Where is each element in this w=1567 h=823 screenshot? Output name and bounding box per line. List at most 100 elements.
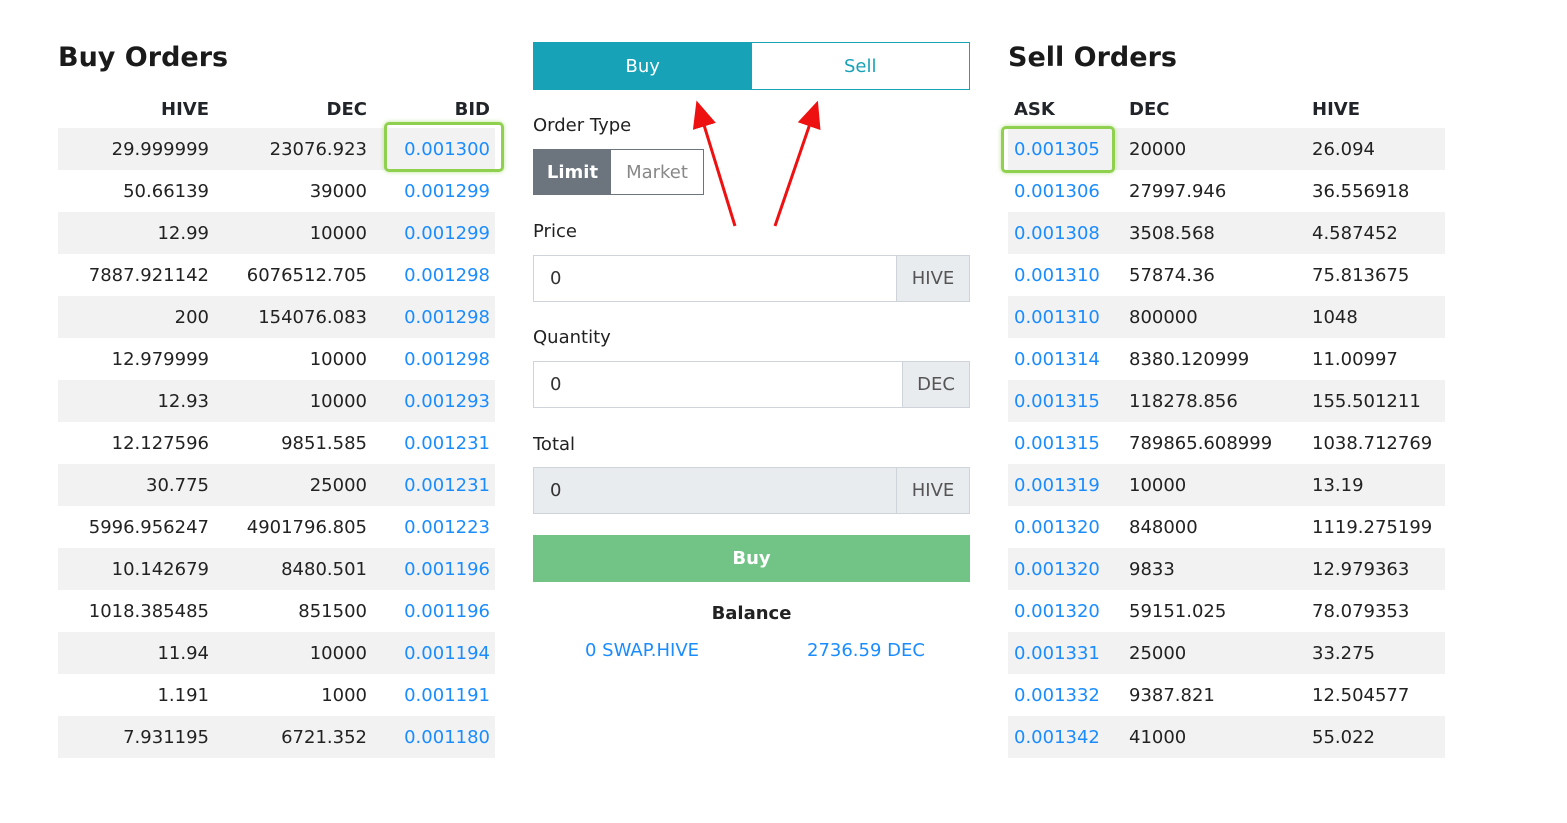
sell-order-cell-a[interactable]: 0.001332 bbox=[1008, 674, 1122, 716]
buy-order-cell-b: 1000 bbox=[321, 684, 367, 706]
sell-order-cell-b: 9833 bbox=[1122, 548, 1305, 590]
sell-order-cell-b: 20000 bbox=[1122, 128, 1305, 170]
buy-order-cell-c[interactable]: 0.001300 bbox=[367, 128, 495, 170]
buy-order-cell-c[interactable]: 0.001194 bbox=[367, 632, 495, 674]
sell-order-row[interactable]: 0.001319 10000 13.19 bbox=[1008, 464, 1445, 506]
buy-order-cell-c[interactable]: 0.001298 bbox=[367, 254, 495, 296]
sell-order-cell-a[interactable]: 0.001305 bbox=[1008, 128, 1122, 170]
sell-order-cell-a[interactable]: 0.001320 bbox=[1008, 590, 1122, 632]
buy-order-cell-a: 10.142679 bbox=[58, 548, 209, 590]
buy-order-row[interactable]: 5996.956247 4901796.805 0.001223 bbox=[58, 506, 495, 548]
buy-order-cell-a: 200 bbox=[58, 296, 209, 338]
sell-order-row[interactable]: 0.001315 118278.856 155.501211 bbox=[1008, 380, 1445, 422]
sell-order-row[interactable]: 0.001305 20000 26.094 bbox=[1008, 128, 1445, 170]
sell-order-cell-a[interactable]: 0.001308 bbox=[1008, 212, 1122, 254]
buy-order-row[interactable]: 12.127596 9851.585 0.001231 bbox=[58, 422, 495, 464]
balance-swap-hive-link[interactable]: 0 SWAP.HIVE bbox=[585, 640, 699, 661]
buy-order-cell-a: 7.931195 bbox=[58, 716, 209, 758]
buy-order-row[interactable]: 12.99 10000 0.001299 bbox=[58, 212, 495, 254]
buy-order-cell-a: 7887.921142 bbox=[88, 264, 209, 286]
buy-order-row[interactable]: 7.931195 6721.352 0.001180 bbox=[58, 716, 495, 758]
total-label: Total bbox=[533, 434, 576, 455]
price-input[interactable] bbox=[534, 256, 896, 301]
buy-order-row[interactable]: 12.93 10000 0.001293 bbox=[58, 380, 495, 422]
buy-order-cell-a: 12.99 bbox=[58, 212, 209, 254]
sell-order-cell-a[interactable]: 0.001310 bbox=[1008, 254, 1122, 296]
sell-order-cell-a[interactable]: 0.001315 bbox=[1008, 380, 1122, 422]
buy-order-cell-c[interactable]: 0.001231 bbox=[367, 464, 495, 506]
buy-order-cell-c[interactable]: 0.001191 bbox=[367, 674, 495, 716]
buy-order-cell-a: 29.999999 bbox=[58, 128, 209, 170]
sell-order-row[interactable]: 0.001310 800000 1048 bbox=[1008, 296, 1445, 338]
buy-order-row[interactable]: 30.775 25000 0.001231 bbox=[58, 464, 495, 506]
sell-order-row[interactable]: 0.001315 789865.608999 1038.712769 bbox=[1008, 422, 1445, 464]
sell-order-row[interactable]: 0.001308 3508.568 4.587452 bbox=[1008, 212, 1445, 254]
sell-order-cell-b: 10000 bbox=[1122, 464, 1305, 506]
sell-order-cell-c: 78.079353 bbox=[1312, 600, 1410, 622]
price-label: Price bbox=[533, 221, 577, 242]
balance-dec-link[interactable]: 2736.59 DEC bbox=[807, 640, 925, 661]
sell-order-cell-a[interactable]: 0.001320 bbox=[1008, 506, 1122, 548]
sell-order-cell-c: 26.094 bbox=[1305, 128, 1445, 170]
buy-order-cell-c[interactable]: 0.001231 bbox=[367, 422, 495, 464]
sell-orders-header-row: ASK DEC HIVE bbox=[1008, 88, 1445, 128]
buy-order-cell-b: 4901796.805 bbox=[246, 516, 367, 538]
buy-order-cell-a: 50.66139 bbox=[123, 180, 209, 202]
buy-order-cell-a: 1.191 bbox=[157, 684, 209, 706]
order-type-market-button[interactable]: Market bbox=[611, 150, 703, 194]
buy-order-cell-c[interactable]: 0.001196 bbox=[367, 548, 495, 590]
buy-order-row[interactable]: 200 154076.083 0.001298 bbox=[58, 296, 495, 338]
sell-order-cell-b: 57874.36 bbox=[1129, 264, 1215, 286]
arrow-to-sell-tab bbox=[773, 100, 821, 227]
buy-order-row[interactable]: 11.94 10000 0.001194 bbox=[58, 632, 495, 674]
sell-order-cell-a[interactable]: 0.001306 bbox=[1008, 170, 1122, 212]
buy-order-cell-c[interactable]: 0.001298 bbox=[367, 338, 495, 380]
sell-order-row[interactable]: 0.001320 59151.025 78.079353 bbox=[1008, 590, 1445, 632]
sell-order-row[interactable]: 0.001320 9833 12.979363 bbox=[1008, 548, 1445, 590]
buy-order-row[interactable]: 12.979999 10000 0.001298 bbox=[58, 338, 495, 380]
buy-orders-header-row: HIVE DEC BID bbox=[58, 88, 495, 128]
sell-order-row[interactable]: 0.001314 8380.120999 11.00997 bbox=[1008, 338, 1445, 380]
sell-order-cell-c: 155.501211 bbox=[1305, 380, 1445, 422]
buy-order-row[interactable]: 1.191 1000 0.001191 bbox=[58, 674, 495, 716]
buy-order-row[interactable]: 10.142679 8480.501 0.001196 bbox=[58, 548, 495, 590]
quantity-unit: DEC bbox=[902, 362, 969, 407]
sell-order-row[interactable]: 0.001342 41000 55.022 bbox=[1008, 716, 1445, 758]
buy-order-cell-c[interactable]: 0.001293 bbox=[367, 380, 495, 422]
buy-order-row[interactable]: 1018.385485 851500 0.001196 bbox=[58, 590, 495, 632]
sell-order-cell-a[interactable]: 0.001315 bbox=[1008, 422, 1122, 464]
sell-order-cell-a[interactable]: 0.001342 bbox=[1008, 716, 1122, 758]
buy-order-cell-c[interactable]: 0.001223 bbox=[367, 506, 495, 548]
sell-order-row[interactable]: 0.001306 27997.946 36.556918 bbox=[1008, 170, 1445, 212]
sell-order-row[interactable]: 0.001310 57874.36 75.813675 bbox=[1008, 254, 1445, 296]
sell-order-cell-a[interactable]: 0.001319 bbox=[1008, 464, 1122, 506]
buy-order-row[interactable]: 50.66139 39000 0.001299 bbox=[58, 170, 495, 212]
tab-sell[interactable]: Sell bbox=[751, 43, 969, 89]
sell-order-cell-a[interactable]: 0.001320 bbox=[1008, 548, 1122, 590]
buy-order-row[interactable]: 7887.921142 6076512.705 0.001298 bbox=[58, 254, 495, 296]
buy-header-hive: HIVE bbox=[161, 98, 209, 120]
buy-order-cell-b: 8480.501 bbox=[209, 548, 367, 590]
quantity-input[interactable] bbox=[534, 362, 902, 407]
sell-order-cell-a[interactable]: 0.001331 bbox=[1008, 632, 1122, 674]
sell-order-cell-a[interactable]: 0.001314 bbox=[1008, 338, 1122, 380]
order-type-limit-button[interactable]: Limit bbox=[534, 150, 611, 194]
sell-order-cell-c: 13.19 bbox=[1305, 464, 1445, 506]
submit-buy-button[interactable]: Buy bbox=[533, 535, 970, 582]
buy-order-cell-c[interactable]: 0.001196 bbox=[367, 590, 495, 632]
sell-order-row[interactable]: 0.001320 848000 1119.275199 bbox=[1008, 506, 1445, 548]
tab-buy[interactable]: Buy bbox=[534, 43, 752, 89]
buy-orders-table: HIVE DEC BID 29.999999 23076.923 0.001300 5… bbox=[58, 88, 495, 758]
sell-order-cell-c: 33.275 bbox=[1305, 632, 1445, 674]
buy-order-cell-c[interactable]: 0.001180 bbox=[367, 716, 495, 758]
buy-order-row[interactable]: 29.999999 23076.923 0.001300 bbox=[58, 128, 495, 170]
buy-order-cell-c[interactable]: 0.001299 bbox=[367, 170, 495, 212]
buy-order-cell-b: 9851.585 bbox=[281, 432, 367, 454]
sell-order-row[interactable]: 0.001332 9387.821 12.504577 bbox=[1008, 674, 1445, 716]
sell-order-cell-a[interactable]: 0.001310 bbox=[1008, 296, 1122, 338]
buy-order-cell-b: 25000 bbox=[209, 464, 367, 506]
buy-order-cell-c[interactable]: 0.001298 bbox=[367, 296, 495, 338]
buy-order-cell-c[interactable]: 0.001299 bbox=[367, 212, 495, 254]
balance-title: Balance bbox=[711, 603, 792, 624]
sell-order-row[interactable]: 0.001331 25000 33.275 bbox=[1008, 632, 1445, 674]
